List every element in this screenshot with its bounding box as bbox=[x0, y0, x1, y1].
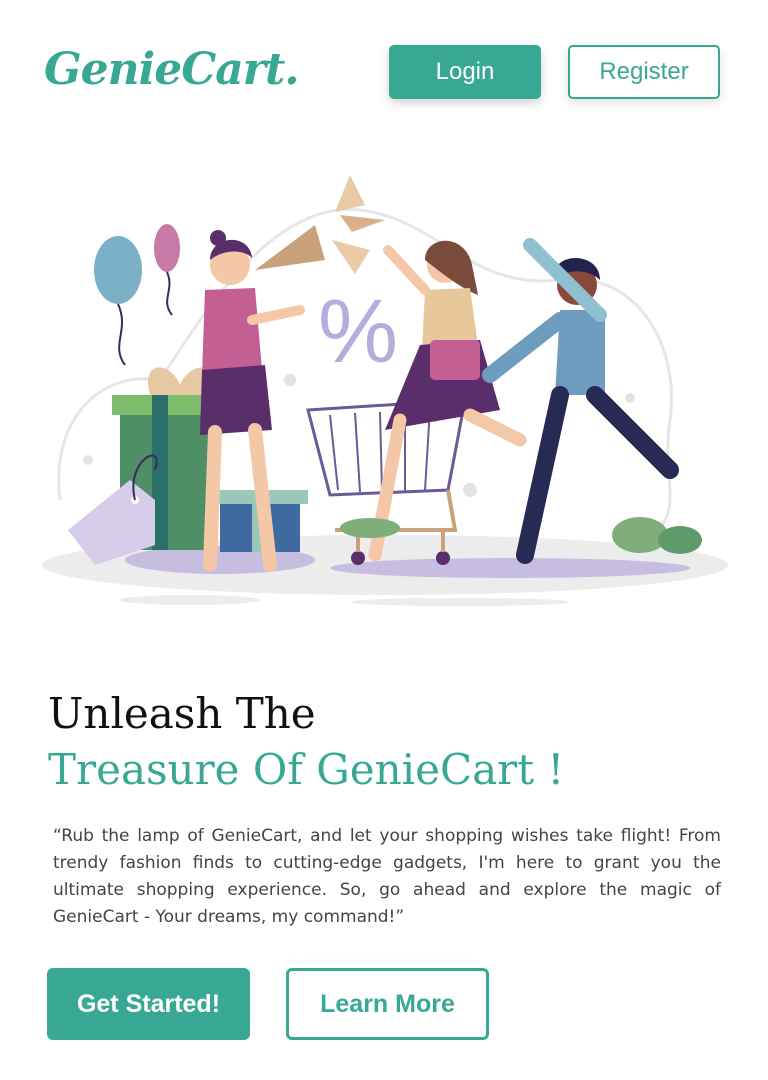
login-button[interactable]: Login bbox=[389, 45, 541, 99]
learn-more-button[interactable]: Learn More bbox=[286, 968, 489, 1040]
headline-line-1: Unleash The bbox=[48, 689, 316, 738]
headline: Unleash The Treasure Of GenieCart ! bbox=[48, 686, 564, 798]
headline-line-2: Treasure Of GenieCart ! bbox=[48, 745, 565, 794]
balloon-blue-icon bbox=[94, 236, 142, 366]
man-figure bbox=[482, 238, 679, 564]
register-button[interactable]: Register bbox=[568, 45, 720, 99]
get-started-button[interactable]: Get Started! bbox=[47, 968, 250, 1040]
woman-megaphone-figure bbox=[200, 225, 325, 572]
logo[interactable]: GenieCart. bbox=[44, 44, 300, 95]
percent-symbol: % bbox=[318, 282, 398, 382]
description: “Rub the lamp of GenieCart, and let your… bbox=[53, 826, 721, 927]
hero-illustration: % bbox=[42, 175, 728, 606]
balloon-pink-icon bbox=[154, 224, 180, 316]
